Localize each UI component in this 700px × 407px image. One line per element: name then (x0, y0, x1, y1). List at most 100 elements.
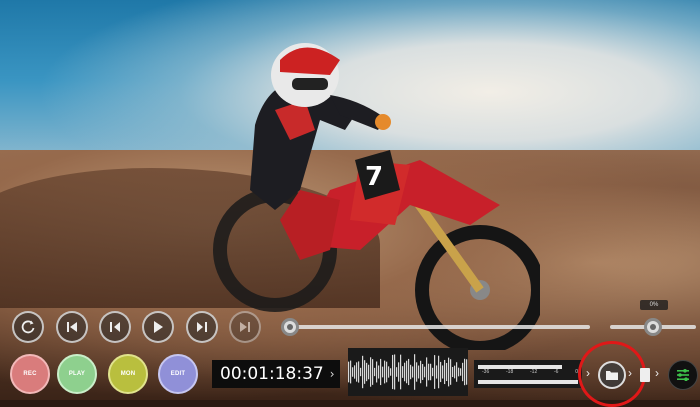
waveform-sample (370, 357, 372, 387)
waveform-sample (352, 367, 354, 377)
play-icon (154, 321, 163, 333)
waveform-sample (412, 366, 414, 378)
waveform-sample (362, 355, 364, 389)
waveform-sample (440, 361, 442, 383)
waveform-sample (402, 366, 404, 378)
step-forward-button[interactable] (186, 311, 218, 343)
waveform-sample (380, 358, 382, 386)
waveform-sample (448, 357, 450, 387)
waveform-sample (438, 355, 440, 389)
audio-waveform (348, 348, 468, 396)
waveform-sample (372, 359, 374, 385)
waveform-sample (446, 362, 448, 382)
nav-chevron-icon: › (655, 366, 659, 380)
skip-start-icon (67, 322, 77, 332)
waveform-sample (428, 363, 430, 381)
waveform-sample (406, 360, 408, 384)
waveform-sample (350, 360, 352, 384)
edit-mode-button[interactable]: EDIT (158, 354, 198, 394)
timecode-value: 00:01:18:37 (220, 364, 324, 384)
meter-tick: -6 (554, 369, 559, 375)
waveform-sample (458, 367, 460, 377)
media-card-icon (640, 368, 650, 382)
waveform-sample (386, 361, 388, 383)
waveform-sample (466, 359, 468, 385)
meter-bar-right (478, 380, 578, 384)
scrub-handle[interactable] (281, 318, 299, 336)
audio-meter: -36 -18 -12 -6 0 (474, 360, 582, 388)
loop-icon (21, 320, 35, 334)
waveform-sample (450, 359, 452, 385)
mon-mode-button[interactable]: MON (108, 354, 148, 394)
waveform-sample (452, 366, 454, 378)
waveform-sample (398, 362, 400, 382)
waveform-sample (354, 365, 356, 379)
timecode-display[interactable]: 00:01:18:37 › (212, 360, 340, 388)
volume-handle[interactable] (644, 318, 662, 336)
play-button[interactable] (142, 311, 174, 343)
nav-chevron-icon: › (628, 366, 632, 380)
volume-percent: 0% (640, 300, 668, 310)
timecode-chevron-icon: › (329, 367, 335, 381)
waveform-sample (464, 358, 466, 386)
waveform-sample (382, 366, 384, 378)
waveform-sample (416, 362, 418, 382)
waveform-sample (378, 365, 380, 379)
waveform-sample (434, 355, 436, 389)
waveform-sample (400, 354, 402, 390)
waveform-sample (418, 365, 420, 379)
waveform-sample (374, 367, 376, 377)
waveform-sample (426, 357, 428, 387)
step-forward-icon (197, 322, 207, 332)
step-back-icon (110, 322, 120, 332)
meter-tick: -36 (482, 369, 490, 375)
meter-tick: -12 (530, 369, 538, 375)
waveform-sample (358, 361, 360, 383)
waveform-sample (442, 365, 444, 379)
step-back-button[interactable] (99, 311, 131, 343)
waveform-sample (366, 362, 368, 382)
settings-button[interactable] (668, 360, 698, 390)
waveform-sample (420, 360, 422, 384)
skip-end-icon (240, 322, 250, 332)
waveform-sample (384, 360, 386, 384)
waveform-sample (390, 368, 392, 376)
waveform-sample (460, 368, 462, 376)
waveform-sample (444, 359, 446, 385)
skip-to-start-button[interactable] (56, 311, 88, 343)
waveform-sample (360, 367, 362, 377)
play-mode-button[interactable]: PLAY (57, 354, 97, 394)
waveform-sample (424, 366, 426, 378)
rec-mode-button[interactable]: REC (10, 354, 50, 394)
waveform-sample (368, 364, 370, 380)
waveform-sample (462, 362, 464, 382)
waveform-sample (404, 362, 406, 382)
waveform-sample (364, 360, 366, 384)
waveform-sample (408, 358, 410, 386)
scrub-track[interactable] (290, 325, 590, 329)
loop-button[interactable] (12, 311, 44, 343)
waveform-sample (430, 363, 432, 381)
highlight-ring (578, 341, 646, 407)
meter-bar-left (478, 365, 562, 369)
waveform-sample (394, 354, 396, 390)
meter-tick: -18 (506, 369, 514, 375)
meter-scale: -36 -18 -12 -6 0 (482, 369, 578, 375)
waveform-sample (356, 362, 358, 382)
sliders-icon (677, 369, 689, 381)
waveform-sample (392, 354, 394, 390)
waveform-sample (410, 364, 412, 380)
waveform-sample (376, 361, 378, 383)
waveform-sample (422, 364, 424, 380)
svg-text:7: 7 (365, 162, 383, 192)
skip-to-end-button[interactable] (229, 311, 261, 343)
waveform-sample (388, 366, 390, 378)
waveform-sample (456, 362, 458, 382)
waveform-sample (436, 365, 438, 379)
motocross-rider-image: 7 (213, 43, 540, 350)
waveform-sample (432, 367, 434, 377)
waveform-sample (396, 367, 398, 377)
waveform-sample (348, 361, 350, 383)
waveform-sample (454, 365, 456, 379)
waveform-sample (414, 354, 416, 390)
